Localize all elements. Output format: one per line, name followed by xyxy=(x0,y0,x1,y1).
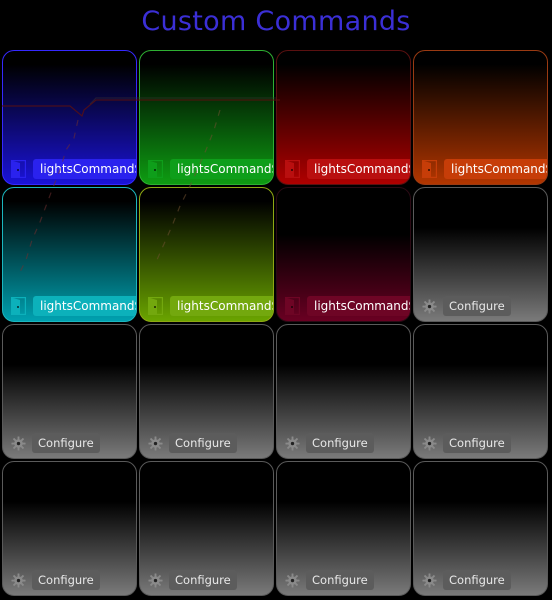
configure-button[interactable]: Configure xyxy=(443,570,511,590)
empty-slot-tile[interactable]: Configure xyxy=(413,324,548,459)
command-tile[interactable]: lightsCommandSingle xyxy=(2,50,137,185)
command-grid: lightsCommandSingle lightsCommandSingle … xyxy=(2,50,551,599)
command-tile[interactable]: lightsCommandSingle xyxy=(139,187,274,322)
tile-footer: lightsCommandSingle xyxy=(148,295,273,317)
configure-button[interactable]: Configure xyxy=(306,433,374,453)
tile-footer: Configure xyxy=(422,432,547,454)
door-icon xyxy=(148,160,164,178)
door-icon xyxy=(11,297,27,315)
empty-slot-tile[interactable]: Configure xyxy=(2,324,137,459)
gear-icon xyxy=(285,572,300,588)
door-icon xyxy=(148,297,164,315)
command-tile[interactable]: lightsCommandSingle xyxy=(276,187,411,322)
tile-footer: Configure xyxy=(148,432,273,454)
tile-footer: Configure xyxy=(148,569,273,591)
tile-footer: Configure xyxy=(285,432,410,454)
page-title: Custom Commands xyxy=(141,6,411,37)
door-icon xyxy=(11,160,27,178)
empty-slot-tile[interactable]: Configure xyxy=(139,324,274,459)
gear-icon xyxy=(422,572,437,588)
configure-button[interactable]: Configure xyxy=(306,570,374,590)
empty-slot-tile[interactable]: Configure xyxy=(413,187,548,322)
tile-footer: lightsCommandSingle xyxy=(11,295,136,317)
configure-button[interactable]: Configure xyxy=(169,433,237,453)
gear-icon xyxy=(422,298,437,314)
empty-slot-tile[interactable]: Configure xyxy=(139,461,274,596)
command-label: lightsCommandSingle xyxy=(170,296,273,316)
tile-footer: Configure xyxy=(11,569,136,591)
command-tile[interactable]: lightsCommandSingle xyxy=(413,50,548,185)
tile-footer: lightsCommandSingle xyxy=(148,158,273,180)
tile-footer: Configure xyxy=(422,569,547,591)
empty-slot-tile[interactable]: Configure xyxy=(413,461,548,596)
gear-icon xyxy=(11,572,26,588)
empty-slot-tile[interactable]: Configure xyxy=(2,461,137,596)
command-label: lightsCommandSingle xyxy=(170,159,273,179)
tile-footer: Configure xyxy=(422,295,547,317)
configure-button[interactable]: Configure xyxy=(32,570,100,590)
gear-icon xyxy=(148,435,163,451)
command-label: lightsCommandSingle xyxy=(307,159,410,179)
command-tile[interactable]: lightsCommandSingle xyxy=(276,50,411,185)
command-tile[interactable]: lightsCommandSingle xyxy=(2,187,137,322)
door-icon xyxy=(422,160,438,178)
configure-button[interactable]: Configure xyxy=(32,433,100,453)
configure-button[interactable]: Configure xyxy=(169,570,237,590)
gear-icon xyxy=(422,435,437,451)
gear-icon xyxy=(11,435,26,451)
command-label: lightsCommandSingle xyxy=(307,296,410,316)
door-icon xyxy=(285,160,301,178)
tile-footer: Configure xyxy=(285,569,410,591)
tile-footer: lightsCommandSingle xyxy=(422,158,547,180)
command-label: lightsCommandSingle xyxy=(33,296,136,316)
command-label: lightsCommandSingle xyxy=(444,159,547,179)
configure-button[interactable]: Configure xyxy=(443,433,511,453)
empty-slot-tile[interactable]: Configure xyxy=(276,461,411,596)
tile-footer: Configure xyxy=(11,432,136,454)
tile-footer: lightsCommandSingle xyxy=(285,158,410,180)
tile-footer: lightsCommandSingle xyxy=(285,295,410,317)
configure-button[interactable]: Configure xyxy=(443,296,511,316)
gear-icon xyxy=(148,572,163,588)
command-label: lightsCommandSingle xyxy=(33,159,136,179)
tile-footer: lightsCommandSingle xyxy=(11,158,136,180)
command-tile[interactable]: lightsCommandSingle xyxy=(139,50,274,185)
custom-commands-screen: Custom Commands lightsCommandSingle ligh… xyxy=(0,0,552,600)
empty-slot-tile[interactable]: Configure xyxy=(276,324,411,459)
gear-icon xyxy=(285,435,300,451)
door-icon xyxy=(285,297,301,315)
